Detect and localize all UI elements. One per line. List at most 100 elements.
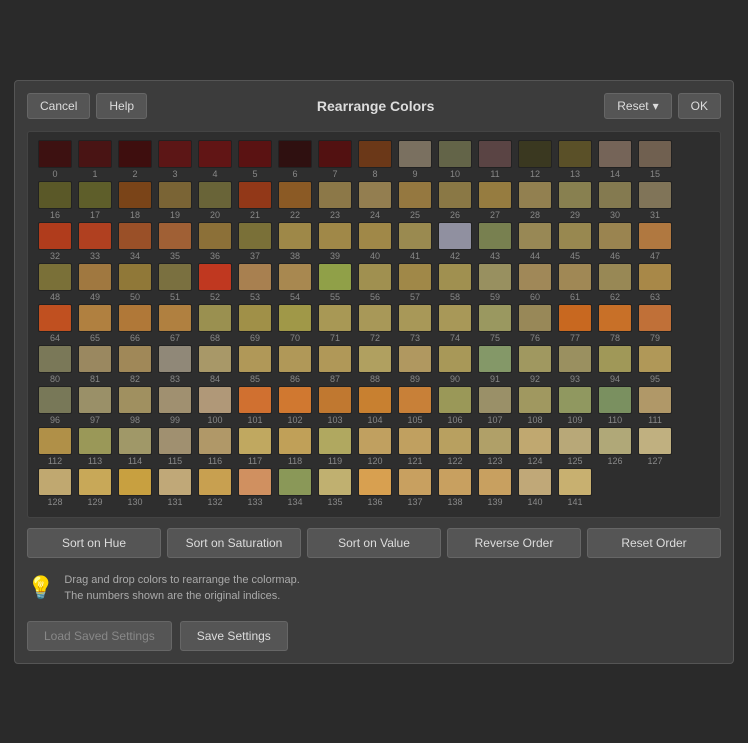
color-swatch[interactable] (158, 468, 192, 496)
color-swatch[interactable] (518, 181, 552, 209)
color-swatch[interactable] (638, 140, 672, 168)
color-swatch[interactable] (318, 468, 352, 496)
color-swatch[interactable] (158, 181, 192, 209)
color-swatch[interactable] (118, 304, 152, 332)
color-swatch[interactable] (398, 140, 432, 168)
color-swatch[interactable] (278, 427, 312, 455)
color-swatch[interactable] (358, 263, 392, 291)
color-swatch[interactable] (598, 181, 632, 209)
color-swatch[interactable] (78, 345, 112, 373)
color-swatch[interactable] (118, 468, 152, 496)
color-swatch[interactable] (38, 140, 72, 168)
sort-value-button[interactable]: Sort on Value (307, 528, 441, 558)
color-swatch[interactable] (478, 427, 512, 455)
color-swatch[interactable] (398, 304, 432, 332)
color-swatch[interactable] (638, 263, 672, 291)
color-swatch[interactable] (518, 427, 552, 455)
color-swatch[interactable] (438, 140, 472, 168)
color-swatch[interactable] (598, 427, 632, 455)
color-swatch[interactable] (158, 140, 192, 168)
color-swatch[interactable] (238, 181, 272, 209)
color-swatch[interactable] (478, 263, 512, 291)
color-swatch[interactable] (558, 140, 592, 168)
color-swatch[interactable] (238, 386, 272, 414)
help-button[interactable]: Help (96, 93, 147, 119)
color-swatch[interactable] (158, 345, 192, 373)
color-swatch[interactable] (118, 181, 152, 209)
color-swatch[interactable] (478, 304, 512, 332)
color-swatch[interactable] (398, 263, 432, 291)
color-swatch[interactable] (318, 386, 352, 414)
color-swatch[interactable] (318, 181, 352, 209)
color-swatch[interactable] (638, 304, 672, 332)
color-swatch[interactable] (78, 140, 112, 168)
color-swatch[interactable] (278, 304, 312, 332)
color-swatch[interactable] (198, 222, 232, 250)
color-swatch[interactable] (358, 427, 392, 455)
color-swatch[interactable] (158, 304, 192, 332)
color-swatch[interactable] (518, 468, 552, 496)
color-swatch[interactable] (38, 468, 72, 496)
color-swatch[interactable] (638, 345, 672, 373)
sort-saturation-button[interactable]: Sort on Saturation (167, 528, 301, 558)
color-swatch[interactable] (158, 386, 192, 414)
color-swatch[interactable] (358, 140, 392, 168)
color-swatch[interactable] (638, 427, 672, 455)
color-swatch[interactable] (78, 263, 112, 291)
color-swatch[interactable] (318, 140, 352, 168)
color-swatch[interactable] (358, 304, 392, 332)
color-swatch[interactable] (38, 345, 72, 373)
color-swatch[interactable] (518, 345, 552, 373)
color-swatch[interactable] (478, 181, 512, 209)
color-swatch[interactable] (478, 222, 512, 250)
color-swatch[interactable] (158, 263, 192, 291)
color-swatch[interactable] (398, 181, 432, 209)
color-swatch[interactable] (638, 222, 672, 250)
color-swatch[interactable] (238, 427, 272, 455)
color-swatch[interactable] (598, 140, 632, 168)
color-swatch[interactable] (358, 386, 392, 414)
color-swatch[interactable] (278, 345, 312, 373)
color-swatch[interactable] (518, 263, 552, 291)
color-swatch[interactable] (438, 263, 472, 291)
color-swatch[interactable] (278, 263, 312, 291)
color-swatch[interactable] (478, 386, 512, 414)
color-swatch[interactable] (518, 140, 552, 168)
color-swatch[interactable] (398, 345, 432, 373)
color-swatch[interactable] (38, 181, 72, 209)
color-swatch[interactable] (518, 222, 552, 250)
cancel-button[interactable]: Cancel (27, 93, 90, 119)
color-swatch[interactable] (198, 181, 232, 209)
color-swatch[interactable] (478, 468, 512, 496)
color-swatch[interactable] (558, 345, 592, 373)
color-swatch[interactable] (278, 222, 312, 250)
color-swatch[interactable] (118, 263, 152, 291)
color-swatch[interactable] (278, 386, 312, 414)
color-swatch[interactable] (198, 345, 232, 373)
color-swatch[interactable] (198, 140, 232, 168)
color-swatch[interactable] (558, 386, 592, 414)
color-swatch[interactable] (118, 140, 152, 168)
color-swatch[interactable] (78, 386, 112, 414)
color-swatch[interactable] (38, 222, 72, 250)
color-swatch[interactable] (598, 386, 632, 414)
color-swatch[interactable] (278, 181, 312, 209)
reverse-order-button[interactable]: Reverse Order (447, 528, 581, 558)
color-swatch[interactable] (438, 222, 472, 250)
color-swatch[interactable] (558, 304, 592, 332)
color-swatch[interactable] (78, 222, 112, 250)
color-swatch[interactable] (438, 468, 472, 496)
color-swatch[interactable] (438, 427, 472, 455)
color-swatch[interactable] (558, 468, 592, 496)
color-swatch[interactable] (238, 140, 272, 168)
color-swatch[interactable] (398, 222, 432, 250)
color-swatch[interactable] (518, 386, 552, 414)
color-swatch[interactable] (398, 427, 432, 455)
color-swatch[interactable] (238, 345, 272, 373)
color-swatch[interactable] (198, 386, 232, 414)
color-swatch[interactable] (78, 181, 112, 209)
color-swatch[interactable] (198, 427, 232, 455)
color-swatch[interactable] (198, 468, 232, 496)
color-swatch[interactable] (318, 222, 352, 250)
color-swatch[interactable] (598, 304, 632, 332)
